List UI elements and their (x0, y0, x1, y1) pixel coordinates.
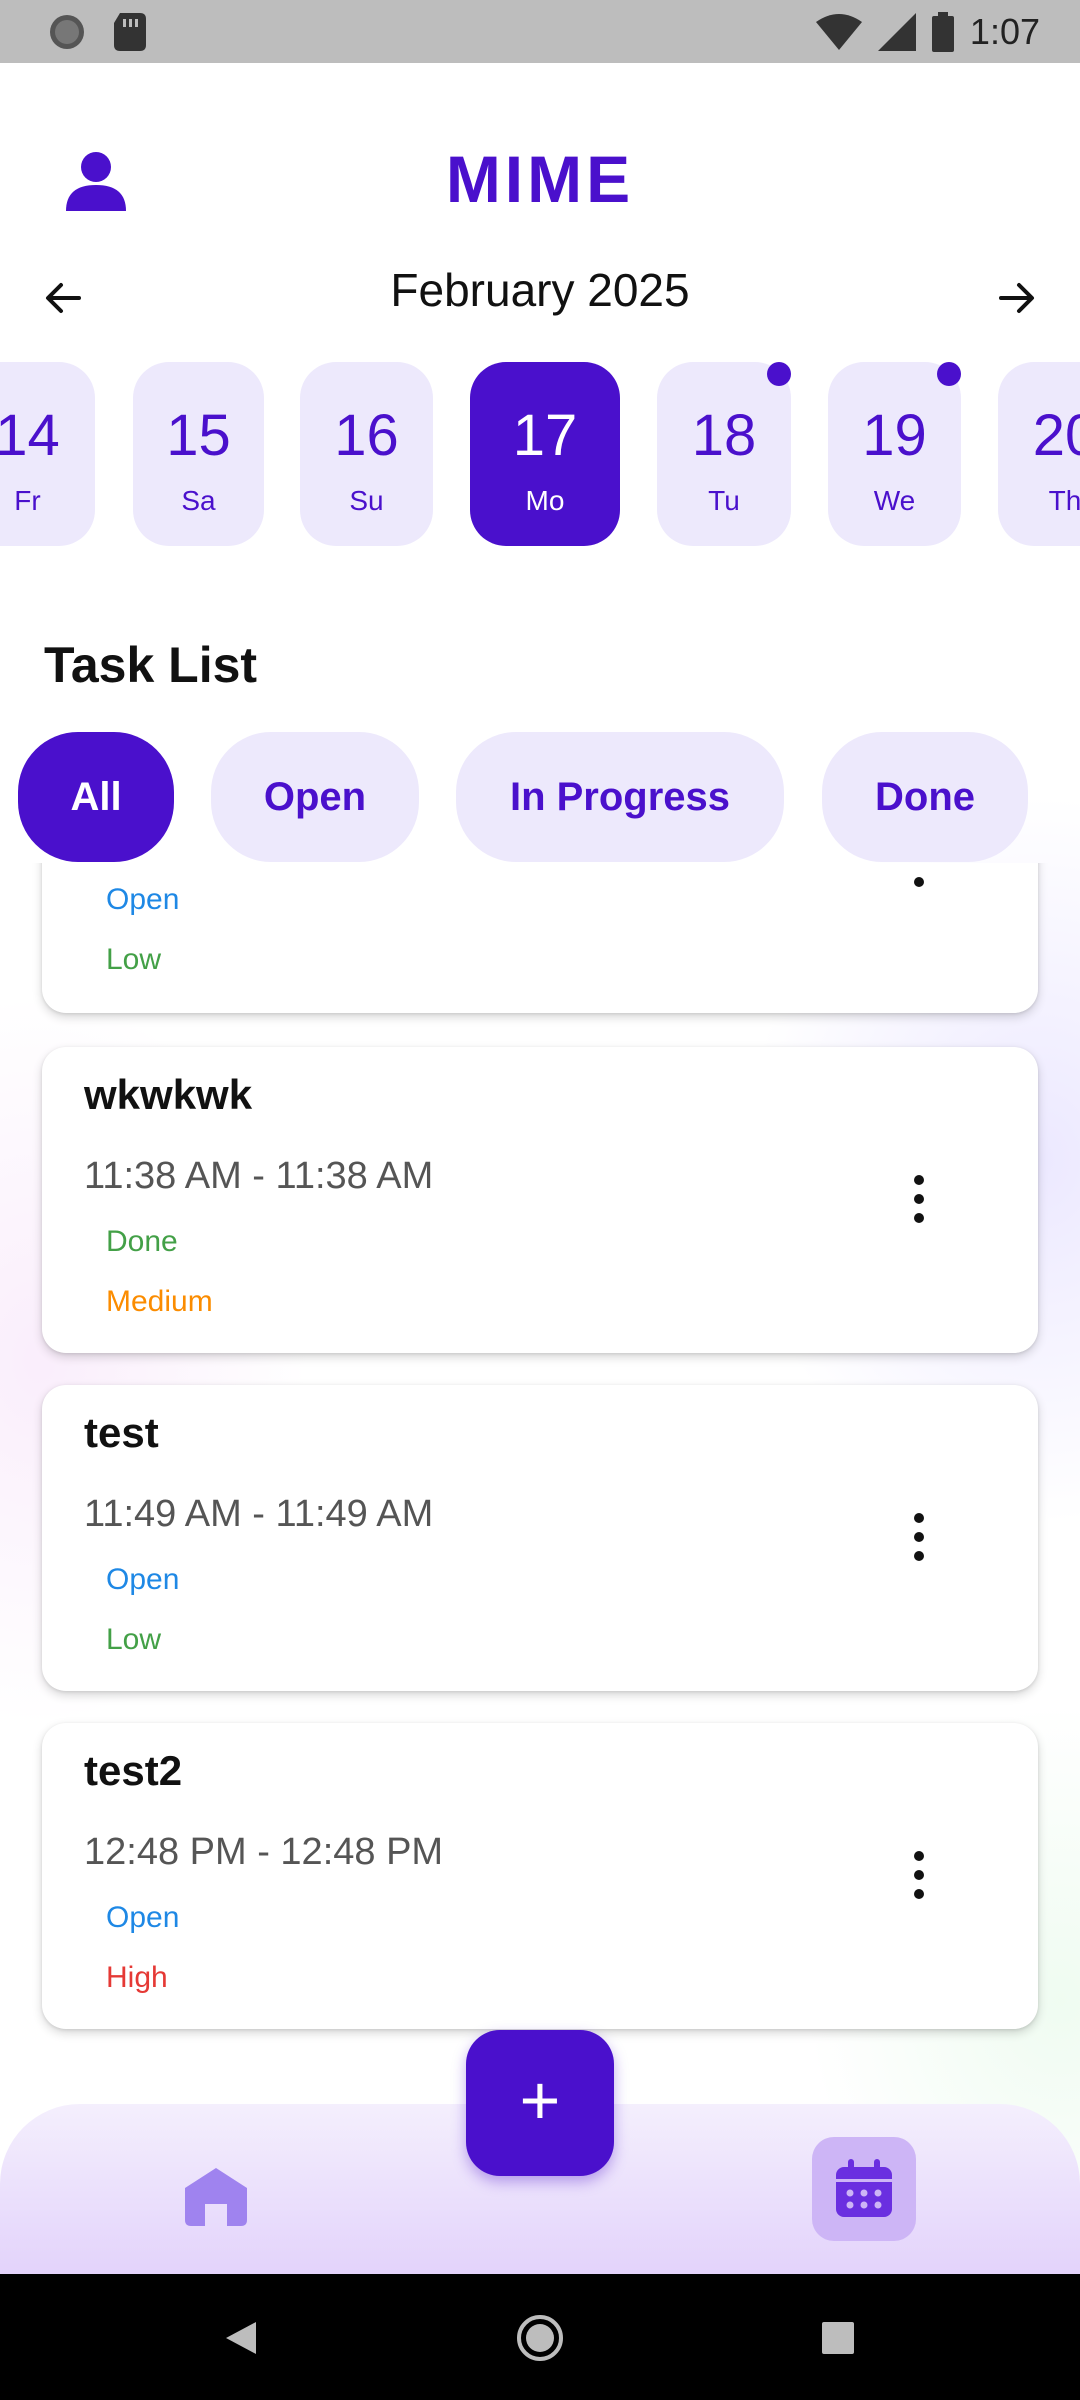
task-card[interactable]: test2 12:48 PM - 12:48 PM Open High (42, 1723, 1038, 2029)
task-time: 11:49 AM - 11:49 AM (84, 1493, 434, 1535)
status-left (48, 12, 146, 51)
day-number: 15 (166, 403, 231, 468)
day-name: Su (349, 485, 384, 516)
task-title: test (84, 1409, 159, 1456)
day-chip-selected[interactable]: 17 Mo (470, 362, 620, 546)
task-time: 11:38 AM - 11:38 AM (84, 1155, 434, 1197)
system-navigation-bar (0, 2274, 1080, 2400)
month-navigation: February 2025 (0, 255, 1080, 335)
task-priority: Low (106, 1623, 162, 1656)
day-chip[interactable]: 20 Th (998, 362, 1080, 546)
app-logo: MIME (445, 142, 635, 216)
task-title: test2 (84, 1747, 183, 1794)
day-number: 16 (334, 403, 399, 468)
day-chip[interactable]: 15 Sa (133, 362, 264, 546)
day-name: Sa (181, 485, 216, 516)
app-header: MIME (0, 63, 1080, 216)
more-options-button[interactable] (910, 1175, 930, 1223)
day-name: Th (1048, 485, 1080, 516)
task-indicator-dot (767, 362, 791, 386)
filter-open[interactable]: Open (211, 732, 419, 862)
day-strip: 14 Fr 15 Sa 16 Su 17 Mo 18 Tu 19 We 20 T… (0, 362, 1080, 546)
status-time: 1:07 (969, 10, 1040, 52)
filter-chips: All Open In Progress Done (0, 732, 1080, 862)
battery-icon (931, 11, 954, 52)
more-options-button[interactable] (910, 1513, 930, 1561)
day-chip[interactable]: 18 Tu (657, 362, 791, 546)
day-chip[interactable]: 14 Fr (0, 362, 95, 546)
task-list: Open Low wkwkwk 11:38 AM - 11:38 AM Done… (0, 863, 1080, 2043)
filter-done[interactable]: Done (822, 732, 1028, 862)
plus-icon: + (519, 2061, 561, 2139)
wifi-icon (815, 13, 862, 50)
day-name: We (873, 485, 916, 516)
cell-signal-icon (877, 12, 916, 51)
status-bar: 1:07 (0, 0, 1080, 63)
calendar-tab[interactable] (812, 2137, 916, 2241)
day-chip[interactable]: 19 We (828, 362, 961, 546)
task-card[interactable]: test 11:49 AM - 11:49 AM Open Low (42, 1385, 1038, 1691)
day-name: Tu (708, 485, 740, 516)
home-icon (185, 2168, 247, 2226)
task-status: Open (106, 1901, 180, 1934)
more-options-button[interactable] (910, 1851, 930, 1899)
recents-square-icon[interactable] (822, 2322, 854, 2354)
back-triangle-icon[interactable] (224, 2320, 258, 2356)
task-time: 12:48 PM - 12:48 PM (84, 1831, 444, 1873)
task-title: wkwkwk (84, 1071, 253, 1118)
sim-card-icon (114, 12, 146, 51)
home-tab[interactable] (174, 2154, 258, 2238)
task-priority: Low (106, 943, 162, 976)
filter-in-progress[interactable]: In Progress (456, 732, 784, 862)
task-status: Open (106, 883, 180, 916)
day-number: 14 (0, 403, 60, 468)
task-status: Done (106, 1225, 178, 1258)
add-task-button[interactable]: + (466, 2030, 614, 2176)
filter-all[interactable]: All (18, 732, 174, 862)
task-list-title: Task List (44, 637, 258, 693)
task-priority: Medium (106, 1285, 213, 1318)
day-chip[interactable]: 16 Su (300, 362, 433, 546)
day-name: Fr (14, 485, 41, 516)
calendar-icon (836, 2159, 892, 2217)
arrow-right-icon (999, 283, 1034, 313)
circle-app-icon (50, 14, 84, 49)
day-number: 18 (691, 403, 757, 468)
task-status: Open (106, 1563, 180, 1596)
task-card[interactable]: Open Low (42, 863, 1038, 1013)
next-month-button[interactable] (992, 273, 1042, 323)
month-title: February 2025 (390, 264, 690, 316)
more-options-button[interactable] (910, 863, 930, 887)
status-right: 1:07 (815, 10, 1040, 53)
day-number: 17 (512, 403, 578, 468)
task-priority: High (106, 1961, 168, 1994)
task-indicator-dot (937, 362, 961, 386)
day-name: Mo (525, 485, 565, 516)
day-number: 20 (1032, 403, 1080, 468)
day-number: 19 (862, 403, 927, 468)
home-circle-icon[interactable] (516, 2314, 564, 2362)
task-card[interactable]: wkwkwk 11:38 AM - 11:38 AM Done Medium (42, 1047, 1038, 1353)
